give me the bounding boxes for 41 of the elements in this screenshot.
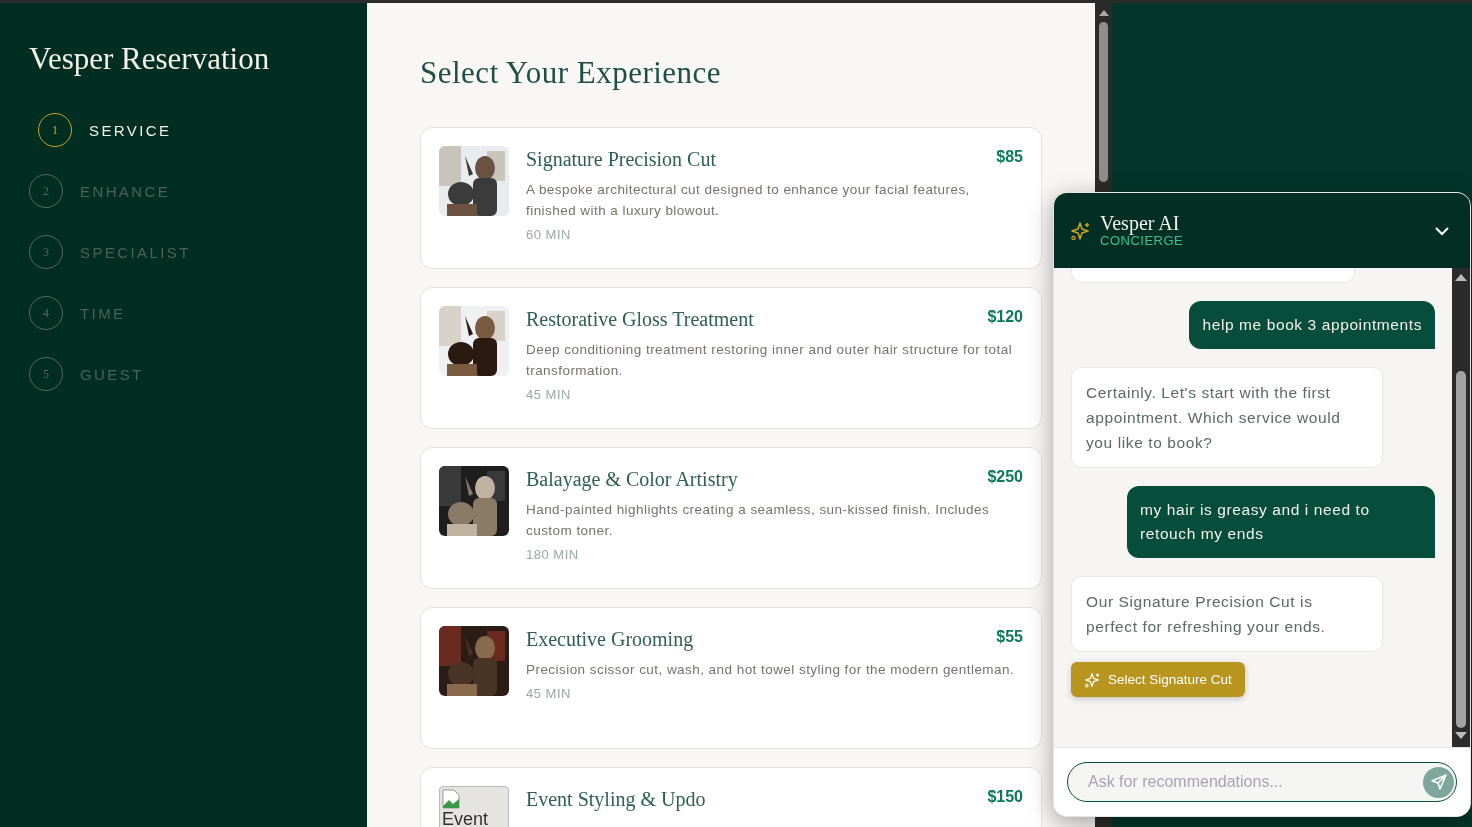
service-name: Signature Precision Cut — [526, 148, 716, 171]
service-name: Event Styling & Updo — [526, 788, 706, 811]
bot-message: Certainly. Let's start with the first appointment. Which service would you like to book? — [1071, 367, 1383, 468]
user-message: help me book 3 appointments — [1189, 301, 1435, 349]
scrollbar-thumb[interactable] — [1099, 22, 1108, 182]
service-description: A bespoke architectural cut designed to enhance your facial features, finished with a luxury blowout. — [526, 181, 971, 220]
page-heading: Select Your Experience — [420, 55, 723, 91]
send-button[interactable] — [1423, 766, 1454, 798]
user-message: my hair is greasy and i need to retouch my ends — [1127, 486, 1435, 558]
step-label[interactable]: SERVICE — [89, 121, 172, 139]
service-description: Hand-painted highlights creating a seamless, sun-kissed finish. Includes custom toner. — [526, 501, 991, 540]
bot-message: Our Signature Precision Cut is perfect for refreshing your ends. — [1071, 576, 1383, 652]
service-price: $55 — [996, 628, 1023, 646]
service-duration: 60 MIN — [526, 227, 572, 242]
service-duration: 45 MIN — [526, 387, 572, 402]
sparkle-icon — [1070, 220, 1090, 241]
app-title: Vesper Reservation — [29, 41, 271, 77]
service-name: Restorative Gloss Treatment — [526, 308, 754, 331]
sparkle-icon — [1084, 671, 1100, 688]
scrollbar-thumb[interactable] — [1456, 371, 1466, 728]
service-price: $85 — [996, 148, 1023, 166]
service-card[interactable]: Event Event Styling & Updo $150 — [420, 767, 1042, 827]
service-name: Balayage & Color Artistry — [526, 468, 738, 491]
service-card[interactable]: Restorative Gloss Treatment $120 Deep conditioning treatment restoring inner and outer hair structure for total transformation. 45 MIN — [420, 287, 1042, 429]
service-card[interactable]: Balayage & Color Artistry $250 Hand-painted highlights creating a seamless, sun-kissed finish. Includes custom toner. 180 MIN — [420, 447, 1042, 589]
service-price: $150 — [987, 788, 1023, 806]
service-price: $250 — [987, 468, 1023, 486]
chat-subtitle: CONCIERGE — [1100, 233, 1185, 248]
service-card[interactable]: Executive Grooming $55 Precision scissor cut, wash, and hot towel styling for the modern gentleman. 45 MIN — [420, 607, 1042, 749]
service-name: Executive Grooming — [526, 628, 694, 651]
chat-input-box[interactable]: Ask for recommendations... — [1067, 762, 1457, 802]
chat-title: Vesper AI — [1100, 213, 1180, 233]
service-price: $120 — [987, 308, 1023, 326]
image-alt-text: Event — [442, 809, 489, 827]
service-description: Precision scissor cut, wash, and hot towel styling for the modern gentleman. — [526, 661, 1016, 679]
service-duration: 180 MIN — [526, 547, 580, 562]
service-duration: 45 MIN — [526, 686, 572, 701]
broken-image-icon — [442, 789, 460, 809]
service-card[interactable]: Signature Precision Cut $85 A bespoke architectural cut designed to enhance your facial features, finished with a luxury blowout. 60 MIN — [420, 127, 1042, 269]
send-icon — [1429, 773, 1448, 791]
service-description: Deep conditioning treatment restoring inner and outer hair structure for total transformation. — [526, 341, 1014, 380]
